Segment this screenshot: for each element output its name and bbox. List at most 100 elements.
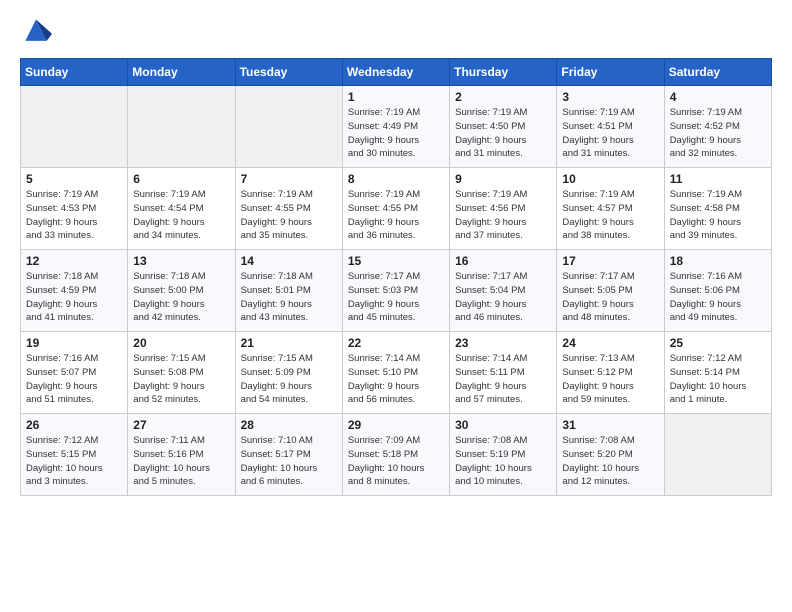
- day-number: 3: [562, 90, 658, 104]
- day-number: 18: [670, 254, 766, 268]
- weekday-header: Friday: [557, 59, 664, 86]
- calendar-cell: 5Sunrise: 7:19 AM Sunset: 4:53 PM Daylig…: [21, 168, 128, 250]
- day-number: 31: [562, 418, 658, 432]
- calendar-table: SundayMondayTuesdayWednesdayThursdayFrid…: [20, 58, 772, 496]
- day-number: 11: [670, 172, 766, 186]
- day-info: Sunrise: 7:17 AM Sunset: 5:03 PM Dayligh…: [348, 270, 444, 325]
- day-number: 22: [348, 336, 444, 350]
- calendar-cell: 7 Sunrise: 7:19 AM Sunset: 4:55 PM Daylig…: [235, 168, 342, 250]
- calendar-cell: 25 Sunrise: 7:12 AM Sunset: 5:14 PM Dayli…: [664, 332, 771, 414]
- calendar-week-row: 1 Sunrise: 7:19 AM Sunset: 4:49 PM Daylig…: [21, 86, 772, 168]
- day-number: 6: [133, 172, 229, 186]
- day-info: Sunrise: 7:17 AM Sunset: 5:05 PM Dayligh…: [562, 270, 658, 325]
- day-number: 4: [670, 90, 766, 104]
- day-number: 27: [133, 418, 229, 432]
- day-info: Sunrise: 7:13 AM Sunset: 5:12 PM Dayligh…: [562, 352, 658, 407]
- calendar-cell: 26 Sunrise: 7:12 AM Sunset: 5:15 PM Dayli…: [21, 414, 128, 496]
- day-info: Sunrise: 7:15 AM Sunset: 5:08 PM Dayligh…: [133, 352, 229, 407]
- day-number: 2: [455, 90, 551, 104]
- day-info: Sunrise: 7:12 AM Sunset: 5:15 PM Dayligh…: [26, 434, 122, 489]
- calendar-cell: 8Sunrise: 7:19 AM Sunset: 4:55 PM Daylig…: [342, 168, 449, 250]
- page: SundayMondayTuesdayWednesdayThursdayFrid…: [0, 0, 792, 612]
- day-number: 12: [26, 254, 122, 268]
- calendar-cell: 16 Sunrise: 7:17 AM Sunset: 5:04 PM Dayli…: [450, 250, 557, 332]
- day-info: Sunrise: 7:14 AM Sunset: 5:11 PM Dayligh…: [455, 352, 551, 407]
- day-info: Sunrise: 7:09 AM Sunset: 5:18 PM Dayligh…: [348, 434, 444, 489]
- day-number: 7: [241, 172, 337, 186]
- calendar-cell: 10Sunrise: 7:19 AM Sunset: 4:57 PM Dayli…: [557, 168, 664, 250]
- calendar-cell: 30 Sunrise: 7:08 AM Sunset: 5:19 PM Dayli…: [450, 414, 557, 496]
- calendar-cell: 12 Sunrise: 7:18 AM Sunset: 4:59 PM Dayli…: [21, 250, 128, 332]
- day-info: Sunrise: 7:19 AM Sunset: 4:51 PM Dayligh…: [562, 106, 658, 161]
- day-info: Sunrise: 7:16 AM Sunset: 5:06 PM Dayligh…: [670, 270, 766, 325]
- weekday-header-row: SundayMondayTuesdayWednesdayThursdayFrid…: [21, 59, 772, 86]
- day-info: Sunrise: 7:17 AM Sunset: 5:04 PM Dayligh…: [455, 270, 551, 325]
- calendar-cell: 11Sunrise: 7:19 AM Sunset: 4:58 PM Dayli…: [664, 168, 771, 250]
- calendar-week-row: 19 Sunrise: 7:16 AM Sunset: 5:07 PM Dayli…: [21, 332, 772, 414]
- day-info: Sunrise: 7:16 AM Sunset: 5:07 PM Dayligh…: [26, 352, 122, 407]
- day-number: 14: [241, 254, 337, 268]
- day-number: 26: [26, 418, 122, 432]
- day-info: Sunrise: 7:18 AM Sunset: 5:00 PM Dayligh…: [133, 270, 229, 325]
- day-info: Sunrise: 7:19 AM Sunset: 4:49 PM Dayligh…: [348, 106, 444, 161]
- day-info: Sunrise: 7:19 AM Sunset: 4:55 PM Dayligh…: [241, 188, 337, 243]
- calendar-week-row: 12 Sunrise: 7:18 AM Sunset: 4:59 PM Dayli…: [21, 250, 772, 332]
- calendar-cell: 21 Sunrise: 7:15 AM Sunset: 5:09 PM Dayli…: [235, 332, 342, 414]
- calendar-cell: 9 Sunrise: 7:19 AM Sunset: 4:56 PM Daylig…: [450, 168, 557, 250]
- calendar-cell: 2 Sunrise: 7:19 AM Sunset: 4:50 PM Daylig…: [450, 86, 557, 168]
- logo-icon: [20, 16, 52, 48]
- calendar-week-row: 26 Sunrise: 7:12 AM Sunset: 5:15 PM Dayli…: [21, 414, 772, 496]
- day-info: Sunrise: 7:14 AM Sunset: 5:10 PM Dayligh…: [348, 352, 444, 407]
- day-info: Sunrise: 7:19 AM Sunset: 4:56 PM Dayligh…: [455, 188, 551, 243]
- day-number: 24: [562, 336, 658, 350]
- day-number: 20: [133, 336, 229, 350]
- day-number: 16: [455, 254, 551, 268]
- calendar-cell: [128, 86, 235, 168]
- calendar-cell: 22 Sunrise: 7:14 AM Sunset: 5:10 PM Dayli…: [342, 332, 449, 414]
- day-number: 9: [455, 172, 551, 186]
- day-number: 21: [241, 336, 337, 350]
- weekday-header: Tuesday: [235, 59, 342, 86]
- day-info: Sunrise: 7:19 AM Sunset: 4:52 PM Dayligh…: [670, 106, 766, 161]
- day-info: Sunrise: 7:18 AM Sunset: 4:59 PM Dayligh…: [26, 270, 122, 325]
- calendar-cell: 24 Sunrise: 7:13 AM Sunset: 5:12 PM Dayli…: [557, 332, 664, 414]
- day-info: Sunrise: 7:10 AM Sunset: 5:17 PM Dayligh…: [241, 434, 337, 489]
- day-info: Sunrise: 7:08 AM Sunset: 5:19 PM Dayligh…: [455, 434, 551, 489]
- day-info: Sunrise: 7:19 AM Sunset: 4:55 PM Dayligh…: [348, 188, 444, 243]
- day-number: 28: [241, 418, 337, 432]
- calendar-cell: 15 Sunrise: 7:17 AM Sunset: 5:03 PM Dayli…: [342, 250, 449, 332]
- day-number: 17: [562, 254, 658, 268]
- weekday-header: Saturday: [664, 59, 771, 86]
- day-info: Sunrise: 7:19 AM Sunset: 4:50 PM Dayligh…: [455, 106, 551, 161]
- day-number: 30: [455, 418, 551, 432]
- calendar-cell: 13 Sunrise: 7:18 AM Sunset: 5:00 PM Dayli…: [128, 250, 235, 332]
- day-info: Sunrise: 7:08 AM Sunset: 5:20 PM Dayligh…: [562, 434, 658, 489]
- day-info: Sunrise: 7:15 AM Sunset: 5:09 PM Dayligh…: [241, 352, 337, 407]
- day-info: Sunrise: 7:19 AM Sunset: 4:57 PM Dayligh…: [562, 188, 658, 243]
- day-number: 1: [348, 90, 444, 104]
- calendar-cell: 4 Sunrise: 7:19 AM Sunset: 4:52 PM Daylig…: [664, 86, 771, 168]
- calendar-cell: 23 Sunrise: 7:14 AM Sunset: 5:11 PM Dayli…: [450, 332, 557, 414]
- day-number: 19: [26, 336, 122, 350]
- day-info: Sunrise: 7:19 AM Sunset: 4:53 PM Dayligh…: [26, 188, 122, 243]
- calendar-week-row: 5Sunrise: 7:19 AM Sunset: 4:53 PM Daylig…: [21, 168, 772, 250]
- calendar-cell: 18 Sunrise: 7:16 AM Sunset: 5:06 PM Dayli…: [664, 250, 771, 332]
- calendar-cell: 3 Sunrise: 7:19 AM Sunset: 4:51 PM Daylig…: [557, 86, 664, 168]
- day-info: Sunrise: 7:18 AM Sunset: 5:01 PM Dayligh…: [241, 270, 337, 325]
- day-info: Sunrise: 7:12 AM Sunset: 5:14 PM Dayligh…: [670, 352, 766, 407]
- calendar-cell: [21, 86, 128, 168]
- calendar-cell: [664, 414, 771, 496]
- day-number: 13: [133, 254, 229, 268]
- calendar-cell: 17 Sunrise: 7:17 AM Sunset: 5:05 PM Dayli…: [557, 250, 664, 332]
- day-info: Sunrise: 7:11 AM Sunset: 5:16 PM Dayligh…: [133, 434, 229, 489]
- day-number: 25: [670, 336, 766, 350]
- day-number: 23: [455, 336, 551, 350]
- weekday-header: Thursday: [450, 59, 557, 86]
- day-info: Sunrise: 7:19 AM Sunset: 4:54 PM Dayligh…: [133, 188, 229, 243]
- calendar-cell: 29Sunrise: 7:09 AM Sunset: 5:18 PM Dayli…: [342, 414, 449, 496]
- day-number: 15: [348, 254, 444, 268]
- weekday-header: Wednesday: [342, 59, 449, 86]
- calendar-cell: 28 Sunrise: 7:10 AM Sunset: 5:17 PM Dayli…: [235, 414, 342, 496]
- weekday-header: Monday: [128, 59, 235, 86]
- calendar-cell: 20 Sunrise: 7:15 AM Sunset: 5:08 PM Dayli…: [128, 332, 235, 414]
